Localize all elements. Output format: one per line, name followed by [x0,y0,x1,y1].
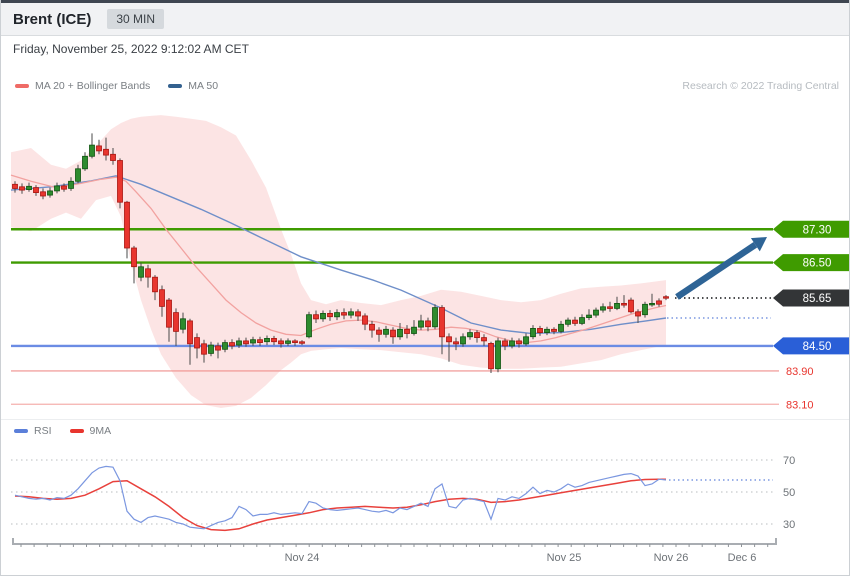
candle [495,337,501,373]
time-axis-label: Nov 25 [547,552,582,564]
forecast-arrow [675,237,767,300]
rsi-9ma-label: 9MA [89,425,112,437]
svg-text:85.65: 85.65 [803,293,832,305]
candle [628,297,634,314]
svg-text:50: 50 [783,487,795,499]
ma50-swatch [168,84,183,88]
rsi-label: RSI [34,425,52,437]
svg-text:83.90: 83.90 [786,366,814,378]
rsi-9ma-swatch [69,429,84,433]
price-label-86.50: 86.50 [773,254,849,272]
candle [306,311,312,339]
rsi-series-9MA [14,478,666,532]
time-axis-label: Nov 24 [285,552,320,564]
candle [117,158,123,209]
svg-text:83.10: 83.10 [786,399,814,411]
timeframe-badge: 30 MIN [107,9,165,29]
rsi-legend: RSI 9MA [14,425,129,437]
ma50-label: MA 50 [188,80,219,92]
time-axis: Nov 24 Nov 25 Nov 26 Dec 6 [12,538,777,564]
trading-central-chart-widget: Brent (ICE) 30 MIN Friday, November 25, … [0,0,850,576]
rsi-swatch [14,429,28,433]
candle [488,341,494,373]
svg-text:30: 30 [783,519,795,531]
candle [89,133,95,159]
research-credit: Research © 2022 Trading Central [682,80,839,92]
svg-text:86.50: 86.50 [803,258,832,270]
price-label-84.50: 84.50 [773,337,849,355]
price-label-83.10: 83.10 [786,399,814,411]
instrument-title: Brent (ICE) [13,10,92,28]
svg-text:70: 70 [783,455,795,467]
projection-dotted-lines [667,297,771,319]
time-axis-label: Nov 26 [654,552,689,564]
price-axis-labels: 87.30 86.50 85.65 84.50 83.90 83.10 [773,220,849,411]
top-accent-strip [1,0,849,3]
price-label-87.30: 87.30 [773,220,849,238]
svg-text:84.50: 84.50 [803,341,832,353]
ma20-bollinger-label: MA 20 + Bollinger Bands [35,80,151,92]
time-axis-label: Dec 6 [728,552,757,564]
chart-header: Brent (ICE) 30 MIN [1,3,849,36]
rsi-series-RSI [14,465,667,530]
price-label-83.90: 83.90 [786,366,814,378]
chart-timestamp: Friday, November 25, 2022 9:12:02 AM CET [13,42,249,56]
svg-text:87.30: 87.30 [803,224,832,236]
candle [432,304,438,330]
price-label-85.65: 85.65 [773,289,849,307]
ma20-bollinger-swatch [15,84,29,88]
rsi-panel: 70 50 30 [11,455,795,532]
main-chart-legend: MA 20 + Bollinger Bands MA 50 [15,80,236,92]
